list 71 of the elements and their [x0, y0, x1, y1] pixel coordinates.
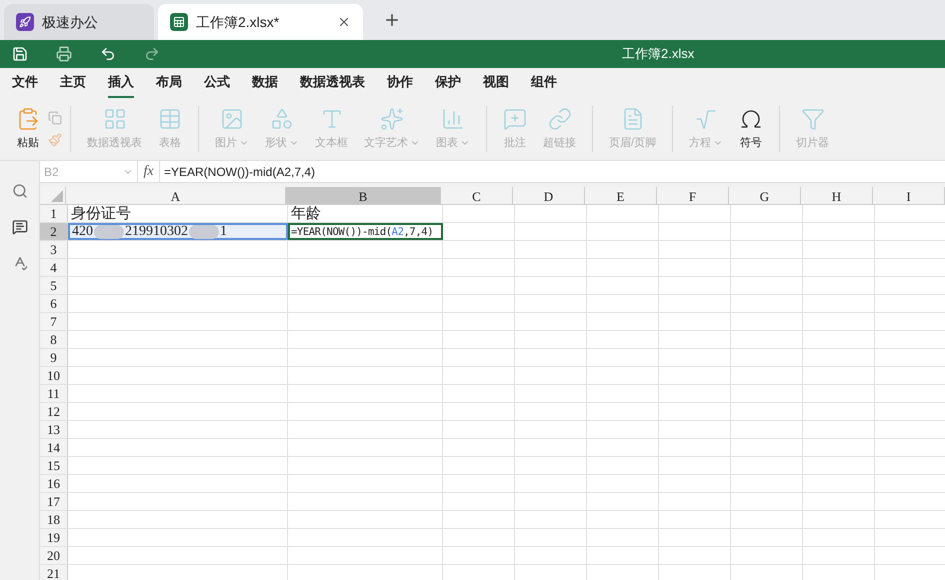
menu-tab[interactable]: 视图	[483, 68, 509, 98]
browser-tab[interactable]: 工作簿2.xlsx*	[158, 4, 363, 40]
table-cell: 年龄	[288, 205, 443, 222]
menu-tab[interactable]: 组件	[531, 68, 557, 98]
image-icon	[220, 106, 244, 131]
row-header[interactable]: 17	[40, 493, 68, 510]
menu-tab[interactable]: 数据	[252, 68, 278, 98]
row-header[interactable]: 6	[40, 295, 68, 312]
tab-label: 工作簿2.xlsx*	[196, 12, 280, 32]
blurred-digits	[189, 224, 219, 238]
menu-tab[interactable]: 保护	[435, 68, 461, 98]
column-header[interactable]: B	[286, 187, 441, 204]
row-header[interactable]: 7	[40, 313, 68, 330]
blurred-digits	[94, 224, 124, 238]
row-header[interactable]: 12	[40, 403, 68, 420]
column-header[interactable]: E	[585, 187, 657, 204]
editing-cell[interactable]: =YEAR(NOW())-mid(A2,7,4)	[288, 223, 443, 240]
close-icon[interactable]	[337, 15, 351, 29]
row-header[interactable]: 9	[40, 349, 68, 366]
browser-tab[interactable]: 极速办公	[4, 4, 154, 40]
chart-icon	[441, 106, 465, 131]
formula-input[interactable]: =YEAR(NOW())-mid(A2,7,4)	[160, 162, 945, 180]
rocket-icon	[16, 13, 34, 31]
row-header[interactable]: 13	[40, 421, 68, 438]
comment-icon[interactable]	[12, 219, 28, 235]
link-icon	[548, 106, 572, 131]
column-header[interactable]: H	[801, 187, 873, 204]
shape-icon	[270, 106, 294, 131]
table-cell[interactable]: 420 219910302 1	[68, 223, 288, 240]
row-header[interactable]: 8	[40, 331, 68, 348]
menu-tab[interactable]: 公式	[204, 68, 230, 98]
search-icon[interactable]	[12, 183, 28, 199]
row-header[interactable]: 11	[40, 385, 68, 402]
save-icon[interactable]	[12, 46, 28, 62]
row-header[interactable]: 19	[40, 529, 68, 546]
wordart-icon	[380, 106, 404, 131]
menu-tab[interactable]: 数据透视表	[300, 68, 365, 98]
row-header[interactable]: 15	[40, 457, 68, 474]
print-icon[interactable]	[56, 46, 72, 62]
row-header[interactable]: 5	[40, 277, 68, 294]
new-tab-icon[interactable]	[383, 11, 401, 29]
menu-tab[interactable]: 主页	[60, 68, 86, 98]
slicer-icon	[800, 106, 825, 131]
table-cell: 身份证号	[68, 205, 288, 222]
row-header[interactable]: 1	[40, 205, 68, 222]
row-header[interactable]: 18	[40, 511, 68, 528]
row-header[interactable]: 14	[40, 439, 68, 456]
column-header[interactable]: D	[513, 187, 585, 204]
ribbon-button[interactable]: 粘贴	[8, 106, 48, 152]
row-header[interactable]: 4	[40, 259, 68, 276]
column-header[interactable]: F	[657, 187, 729, 204]
row-header[interactable]: 10	[40, 367, 68, 384]
comment-icon	[503, 106, 527, 131]
row-header[interactable]: 16	[40, 475, 68, 492]
row-header[interactable]: 20	[40, 547, 68, 564]
menu-tab[interactable]: 布局	[156, 68, 182, 98]
window-title: 工作簿2.xlsx	[622, 45, 694, 64]
row-header[interactable]: 3	[40, 241, 68, 258]
undo-icon[interactable]	[100, 46, 116, 62]
row-header[interactable]: 21	[40, 565, 68, 580]
menu-tab[interactable]: 协作	[387, 68, 413, 98]
menu-tab[interactable]: 文件	[12, 68, 38, 98]
ribbon-button[interactable]: 符号	[731, 106, 772, 152]
row-header[interactable]: 2	[40, 223, 68, 240]
pivot-icon	[102, 106, 126, 131]
column-header[interactable]: C	[441, 187, 513, 204]
column-header[interactable]: I	[873, 187, 945, 204]
spreadsheet-icon	[170, 13, 188, 31]
tab-label: 极速办公	[42, 12, 98, 32]
table-icon	[158, 106, 182, 131]
column-header[interactable]: G	[729, 187, 801, 204]
